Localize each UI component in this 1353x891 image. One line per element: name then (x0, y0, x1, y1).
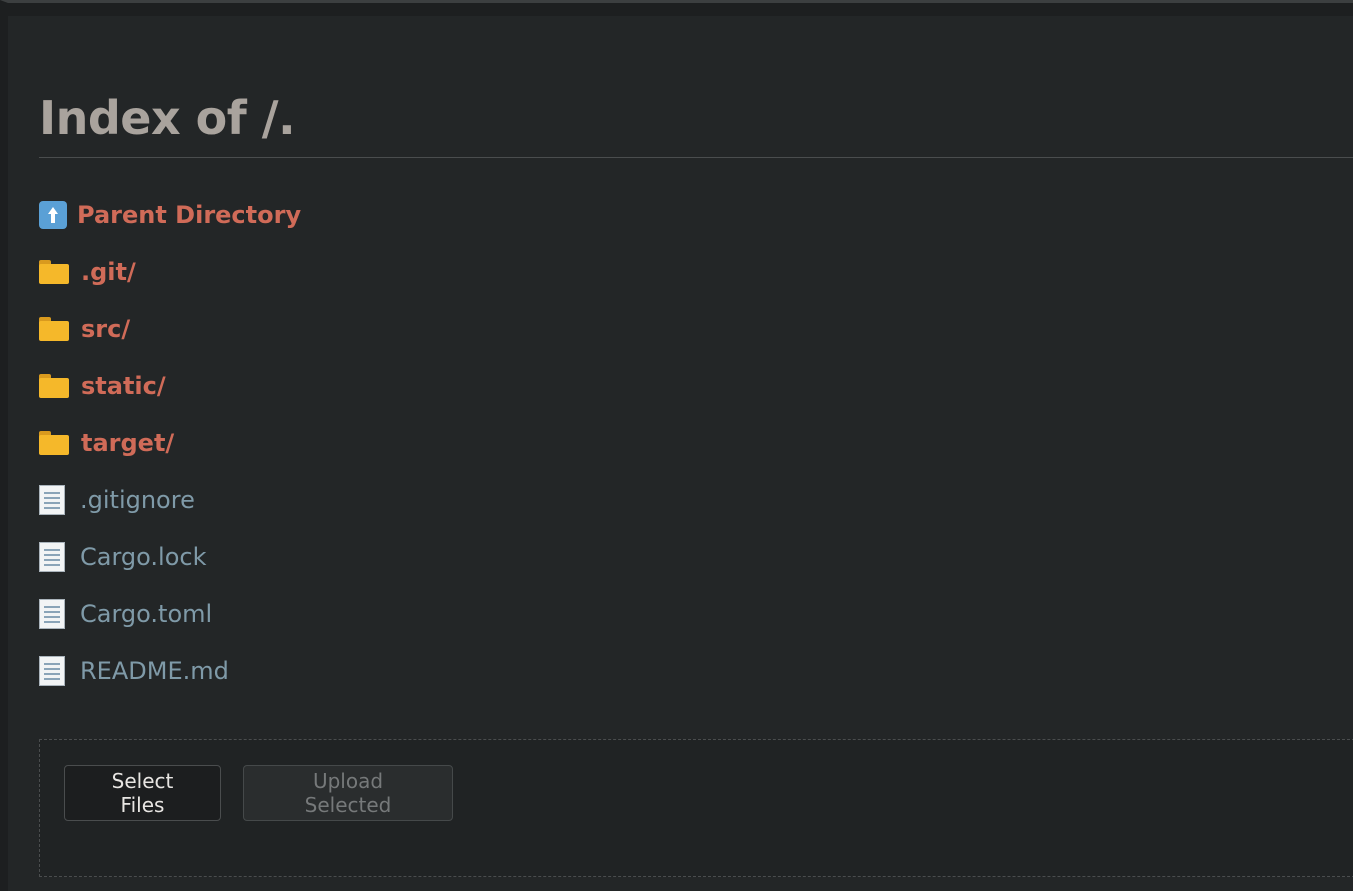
file-icon (39, 656, 65, 686)
file-icon (39, 485, 65, 515)
parent-directory-link[interactable]: Parent Directory (77, 199, 301, 231)
folder-icon (39, 374, 69, 398)
list-item-dir: src/ (39, 313, 301, 370)
browser-viewport: Index of /. Parent Directory .git/ src/ … (0, 0, 1353, 891)
file-link[interactable]: README.md (80, 655, 229, 687)
folder-icon (39, 431, 69, 455)
list-item-dir: target/ (39, 427, 301, 484)
file-link[interactable]: Cargo.toml (80, 598, 212, 630)
folder-icon (39, 317, 69, 341)
file-link[interactable]: .gitignore (80, 484, 195, 516)
top-bar (8, 3, 1353, 16)
list-item-file: .gitignore (39, 484, 301, 541)
page-title: Index of /. (39, 91, 296, 145)
list-item-file: Cargo.lock (39, 541, 301, 598)
list-item-file: Cargo.toml (39, 598, 301, 655)
list-item-dir: static/ (39, 370, 301, 427)
list-item-parent: Parent Directory (39, 199, 301, 256)
directory-link[interactable]: src/ (81, 313, 130, 345)
list-item-dir: .git/ (39, 256, 301, 313)
directory-listing: Parent Directory .git/ src/ static/ targ… (39, 199, 301, 712)
directory-link[interactable]: target/ (81, 427, 174, 459)
folder-icon (39, 260, 69, 284)
directory-link[interactable]: static/ (81, 370, 166, 402)
list-item-file: README.md (39, 655, 301, 712)
file-link[interactable]: Cargo.lock (80, 541, 206, 573)
select-files-button[interactable]: Select Files (64, 765, 221, 821)
file-icon (39, 542, 65, 572)
upload-selected-button[interactable]: Upload Selected (243, 765, 453, 821)
upload-dropzone[interactable]: Select Files Upload Selected (39, 739, 1353, 877)
directory-link[interactable]: .git/ (81, 256, 136, 288)
title-divider (39, 157, 1353, 158)
file-icon (39, 599, 65, 629)
up-arrow-icon (39, 201, 67, 229)
